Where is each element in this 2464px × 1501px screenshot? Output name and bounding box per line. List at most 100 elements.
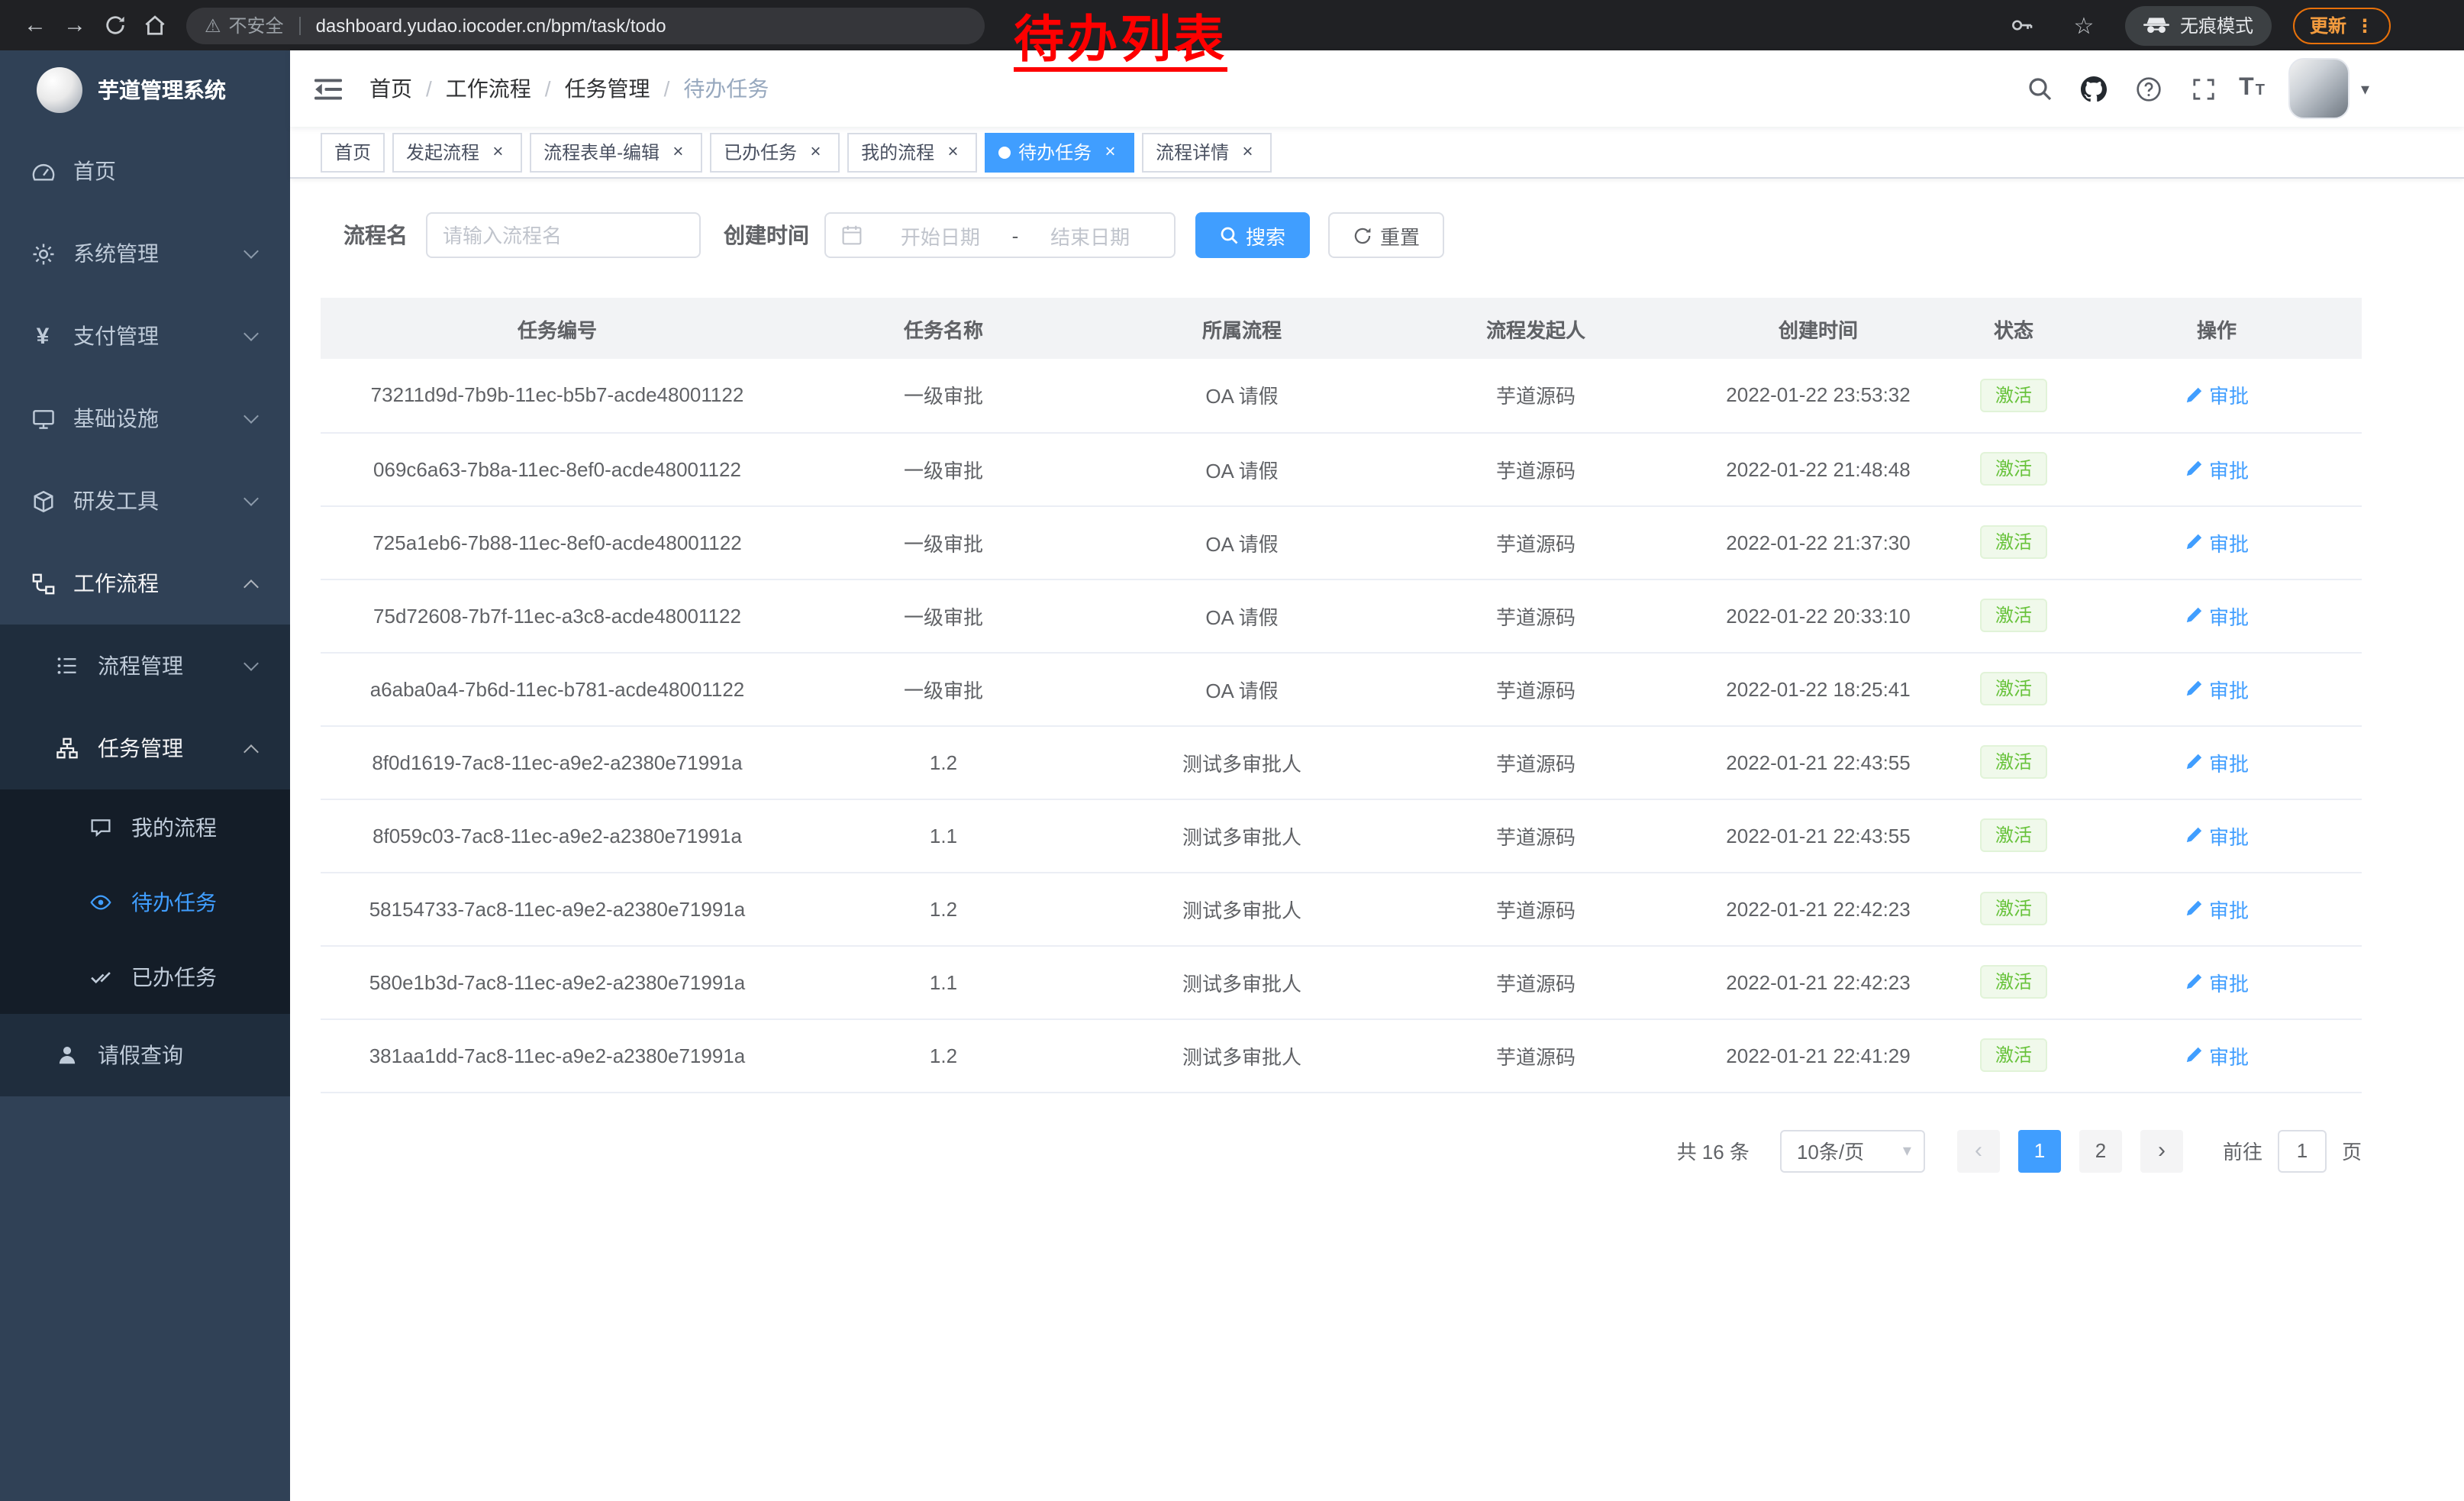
bookmark-star-icon[interactable]: ☆ [2064,5,2104,45]
help-icon[interactable] [2129,69,2169,108]
cell-initiator: 芋道源码 [1391,799,1681,872]
view-tab[interactable]: 流程详情 × [1142,132,1272,172]
cell-task-name: 1.2 [794,1018,1093,1092]
todo-task-page: 流程名 创建时间 开始日期 - 结束日期 搜索 [290,179,2464,1172]
cell-initiator: 芋道源码 [1391,505,1681,579]
cell-process: OA 请假 [1093,432,1391,505]
process-name-input[interactable] [426,212,701,258]
refresh-icon[interactable] [95,5,134,45]
chevron-down-icon [243,655,259,670]
reset-button[interactable]: 重置 [1328,212,1444,258]
cell-process: OA 请假 [1093,359,1391,432]
sidebar: 芋道管理系统 首页 系统管理 ¥ 支付管理 [0,50,290,1501]
approve-link[interactable]: 审批 [2185,381,2249,410]
approve-link[interactable]: 审批 [2185,747,2249,776]
start-date-placeholder[interactable]: 开始日期 [872,221,1009,250]
annotation-overlay: 待办列表 [1014,14,1227,71]
approve-link[interactable]: 审批 [2185,528,2249,557]
cell-task-id: 8f0d1619-7ac8-11ec-a9e2-a2380e71991a [321,725,794,799]
cell-process: 测试多审批人 [1093,1018,1391,1092]
close-icon[interactable]: × [942,141,963,163]
incognito-badge: 无痕模式 [2125,5,2272,45]
cell-task-id: 73211d9d-7b9b-11ec-b5b7-acde48001122 [321,359,794,432]
app-title: 芋道管理系统 [98,75,226,105]
page-size-select[interactable]: 10条/页 ▾ [1780,1129,1925,1172]
cell-status: 激活 [1956,945,2072,1018]
cell-task-id: 580e1b3d-7ac8-11ec-a9e2-a2380e71991a [321,945,794,1018]
page-unit-label: 页 [2342,1136,2362,1165]
sidebar-item-system[interactable]: 系统管理 [0,212,290,295]
close-icon[interactable]: × [487,141,508,163]
approve-link[interactable]: 审批 [2185,454,2249,483]
search-button[interactable]: 搜索 [1195,212,1310,258]
edit-icon [2185,826,2203,844]
goto-page-input[interactable] [2278,1129,2327,1172]
font-size-icon[interactable]: TT [2239,75,2265,102]
sidebar-item-home[interactable]: 首页 [0,130,290,212]
cell-action: 审批 [2072,945,2362,1018]
breadcrumb-task-management[interactable]: 任务管理 [565,73,650,104]
approve-link[interactable]: 审批 [2185,821,2249,850]
cell-task-id: 381aa1dd-7ac8-11ec-a9e2-a2380e71991a [321,1018,794,1092]
breadcrumb-home[interactable]: 首页 [369,73,412,104]
user-menu[interactable]: ▾ [2289,58,2369,119]
sidebar-item-infrastructure[interactable]: 基础设施 [0,377,290,460]
view-tab[interactable]: 我的流程 × [847,132,977,172]
sidebar-item-workflow[interactable]: 工作流程 [0,542,290,625]
approve-link[interactable]: 审批 [2185,967,2249,996]
cell-process: 测试多审批人 [1093,799,1391,872]
approve-link[interactable]: 审批 [2185,894,2249,923]
forward-icon[interactable]: → [55,5,95,45]
close-icon[interactable]: × [805,141,826,163]
status-badge: 激活 [1980,818,2047,852]
view-tab[interactable]: 首页 [321,132,385,172]
status-badge: 激活 [1980,452,2047,486]
back-icon[interactable]: ← [15,5,55,45]
sidebar-item-task-management[interactable]: 任务管理 [0,707,290,789]
next-page-button[interactable]: › [2140,1129,2183,1172]
address-bar[interactable]: ⚠ 不安全 dashboard.yudao.iocoder.cn/bpm/tas… [186,7,985,44]
sidebar-item-payment[interactable]: ¥ 支付管理 [0,295,290,377]
column-header: 创建时间 [1681,298,1956,359]
tab-label: 已办任务 [724,139,797,165]
app-logo[interactable]: 芋道管理系统 [0,50,290,130]
close-icon[interactable]: × [1099,141,1121,163]
chevron-up-icon [243,579,259,594]
sidebar-item-my-process[interactable]: 我的流程 [0,789,290,864]
more-menu-icon[interactable]: ⋮ [2356,15,2374,36]
edit-icon [2185,460,2203,478]
view-tab[interactable]: 已办任务 × [710,132,840,172]
logo-avatar [37,67,82,113]
fullscreen-icon[interactable] [2184,69,2224,108]
avatar[interactable] [2289,58,2350,119]
home-icon[interactable] [134,5,174,45]
breadcrumb-workflow[interactable]: 工作流程 [446,73,531,104]
status-badge: 激活 [1980,965,2047,999]
github-icon[interactable] [2074,69,2114,108]
sidebar-item-done-tasks[interactable]: 已办任务 [0,939,290,1014]
approve-link[interactable]: 审批 [2185,601,2249,630]
incognito-label: 无痕模式 [2180,12,2253,38]
view-tab[interactable]: 待办任务 × [985,132,1134,172]
update-button[interactable]: 更新 ⋮ [2293,7,2391,44]
key-icon[interactable] [2003,5,2043,45]
sidebar-item-process-management[interactable]: 流程管理 [0,625,290,707]
sidebar-item-devtools[interactable]: 研发工具 [0,460,290,542]
close-icon[interactable]: × [667,141,689,163]
date-range-picker[interactable]: 开始日期 - 结束日期 [824,212,1176,258]
page-number-button[interactable]: 1 [2018,1129,2061,1172]
approve-link[interactable]: 审批 [2185,1041,2249,1070]
sidebar-item-todo-tasks[interactable]: 待办任务 [0,864,290,939]
cell-task-name: 一级审批 [794,652,1093,725]
sidebar-toggle-icon[interactable] [290,50,366,127]
page-number-button[interactable]: 2 [2079,1129,2122,1172]
search-icon[interactable] [2019,69,2059,108]
sidebar-item-leave-query[interactable]: 请假查询 [0,1014,290,1096]
view-tab[interactable]: 发起流程 × [392,132,522,172]
approve-link[interactable]: 审批 [2185,674,2249,703]
breadcrumb-current: 待办任务 [683,73,769,104]
end-date-placeholder[interactable]: 结束日期 [1021,221,1159,250]
close-icon[interactable]: × [1237,141,1258,163]
prev-page-button[interactable]: ‹ [1957,1129,2000,1172]
view-tab[interactable]: 流程表单-编辑 × [530,132,702,172]
